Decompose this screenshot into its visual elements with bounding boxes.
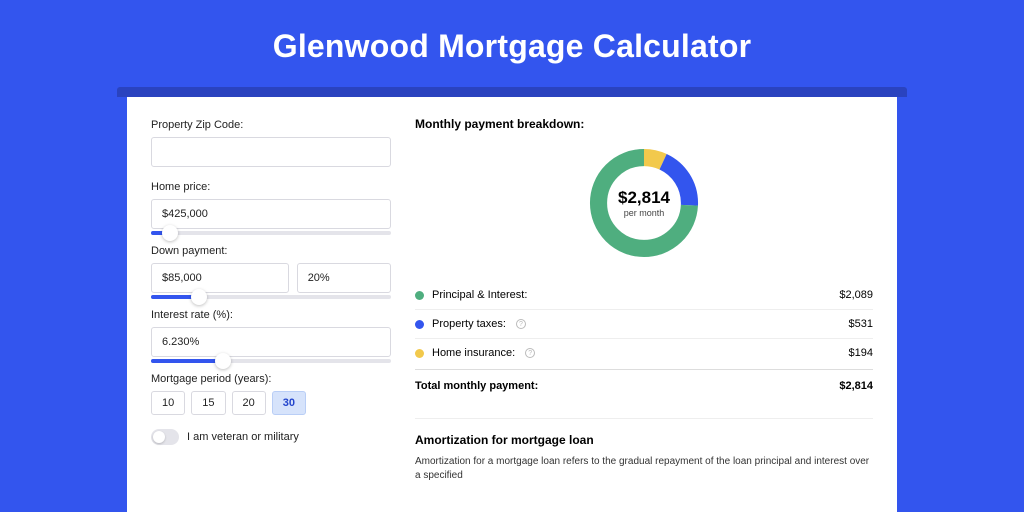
period-btn-10[interactable]: 10 (151, 391, 185, 415)
donut-chart: $2,814 per month (415, 143, 873, 263)
legend-dot (415, 320, 424, 329)
breakdown-label: Property taxes: (432, 318, 506, 330)
down-payment-slider[interactable] (151, 295, 391, 299)
home-price-input[interactable] (151, 199, 391, 229)
total-value: $2,814 (839, 380, 873, 392)
page-title: Glenwood Mortgage Calculator (273, 28, 752, 65)
home-price-label: Home price: (151, 181, 391, 193)
calculator-card: Property Zip Code: Home price: Down paym… (127, 97, 897, 512)
breakdown-value: $2,089 (839, 289, 873, 301)
toggle-knob (153, 431, 165, 443)
amortization-title: Amortization for mortgage loan (415, 433, 873, 447)
form-panel: Property Zip Code: Home price: Down paym… (151, 117, 391, 512)
legend-dot (415, 291, 424, 300)
breakdown-value: $531 (849, 318, 873, 330)
breakdown-label: Principal & Interest: (432, 289, 527, 301)
down-payment-slider-thumb[interactable] (191, 289, 207, 305)
interest-label: Interest rate (%): (151, 309, 391, 321)
breakdown-row: Principal & Interest: $2,089 (415, 281, 873, 310)
period-label: Mortgage period (years): (151, 373, 391, 385)
total-label: Total monthly payment: (415, 380, 538, 392)
breakdown-value: $194 (849, 347, 873, 359)
down-payment-label: Down payment: (151, 245, 391, 257)
zip-label: Property Zip Code: (151, 119, 391, 131)
breakdown-title: Monthly payment breakdown: (415, 117, 873, 131)
card-shadow (117, 87, 907, 97)
donut-sub: per month (624, 208, 665, 218)
amortization-text: Amortization for a mortgage loan refers … (415, 455, 873, 483)
period-btn-20[interactable]: 20 (232, 391, 266, 415)
period-btn-30[interactable]: 30 (272, 391, 306, 415)
amortization-section: Amortization for mortgage loan Amortizat… (415, 418, 873, 483)
interest-slider[interactable] (151, 359, 391, 363)
breakdown-label: Home insurance: (432, 347, 515, 359)
breakdown-row: Home insurance:? $194 (415, 339, 873, 367)
breakdown-panel: Monthly payment breakdown: $2,814 per mo… (415, 117, 873, 512)
info-icon[interactable]: ? (516, 319, 526, 329)
home-price-slider-thumb[interactable] (162, 225, 178, 241)
down-payment-input[interactable] (151, 263, 289, 293)
down-payment-pct-input[interactable] (297, 263, 391, 293)
legend-dot (415, 349, 424, 358)
period-btn-15[interactable]: 15 (191, 391, 225, 415)
interest-slider-thumb[interactable] (215, 353, 231, 369)
info-icon[interactable]: ? (525, 348, 535, 358)
period-buttons: 1015 2030 (151, 391, 391, 415)
zip-input[interactable] (151, 137, 391, 167)
home-price-slider[interactable] (151, 231, 391, 235)
total-row: Total monthly payment: $2,814 (415, 369, 873, 400)
breakdown-row: Property taxes:? $531 (415, 310, 873, 339)
interest-input[interactable] (151, 327, 391, 357)
veteran-label: I am veteran or military (187, 431, 299, 443)
veteran-toggle[interactable] (151, 429, 179, 445)
donut-amount: $2,814 (618, 188, 670, 208)
